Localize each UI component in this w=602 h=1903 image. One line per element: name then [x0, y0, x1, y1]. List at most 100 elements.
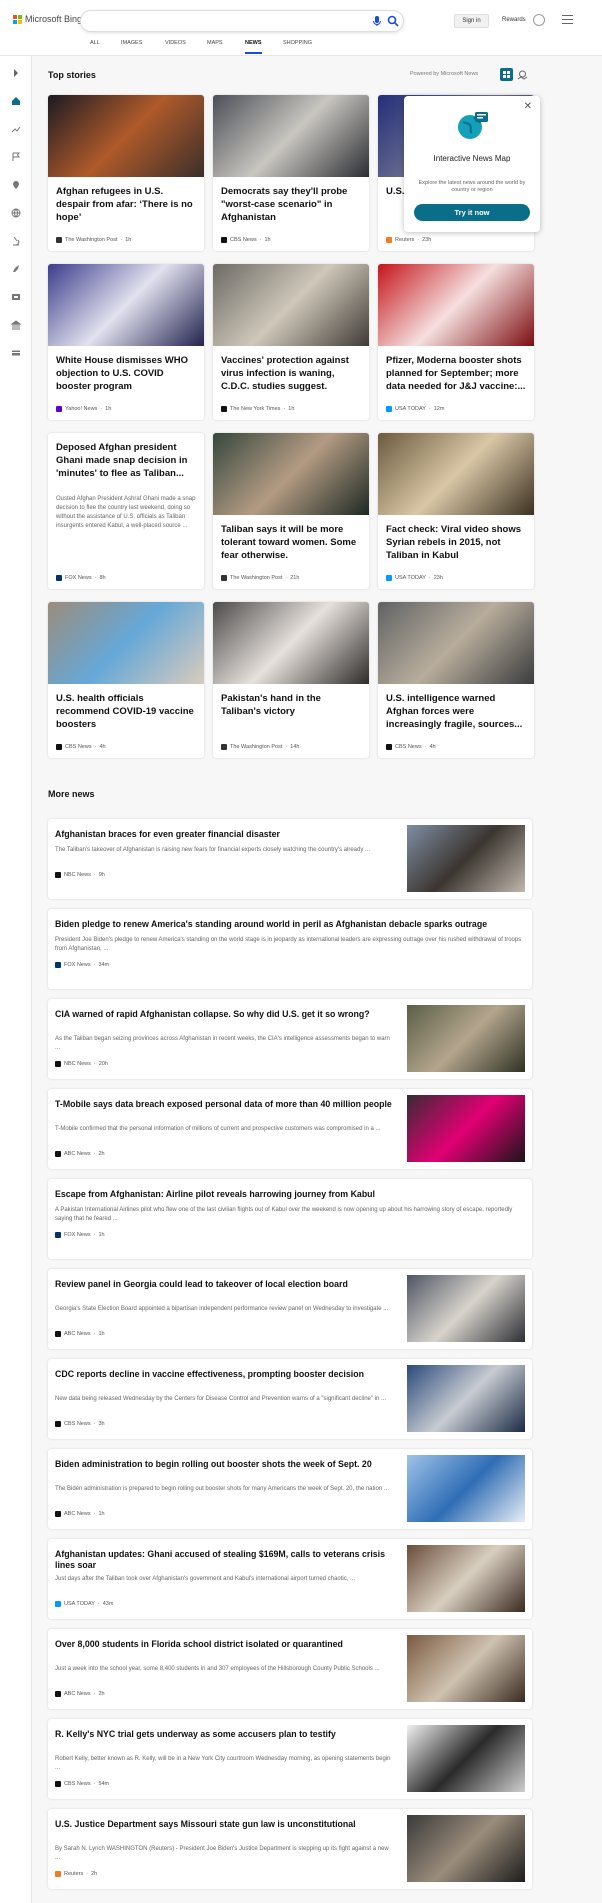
more-news-title[interactable]: Escape from Afghanistan: Airline pilot r…: [55, 1189, 525, 1200]
source-name: Reuters: [395, 237, 415, 243]
source-name: CBS News: [395, 744, 422, 750]
news-card[interactable]: Afghan refugees in U.S. despair from afa…: [48, 95, 204, 251]
tab-shopping[interactable]: SHOPPING: [283, 40, 312, 54]
tab-videos[interactable]: VIDEOS: [165, 40, 186, 54]
home-icon[interactable]: [11, 96, 21, 106]
more-news-item[interactable]: Over 8,000 students in Florida school di…: [48, 1629, 532, 1709]
news-card-image: [213, 602, 369, 684]
more-news-title[interactable]: Over 8,000 students in Florida school di…: [55, 1639, 392, 1650]
microscope-icon[interactable]: [11, 236, 21, 246]
money-icon[interactable]: [11, 348, 21, 358]
news-card-title[interactable]: Democrats say they'll probe "worst-case …: [221, 185, 361, 224]
more-news-item[interactable]: Afghanistan braces for even greater fina…: [48, 819, 532, 899]
collapse-arrow-icon[interactable]: [11, 68, 21, 78]
publisher-logo-icon: [55, 1421, 61, 1427]
publisher-logo-icon: [386, 744, 392, 750]
flag-icon[interactable]: [11, 152, 21, 162]
more-news-image: [407, 1455, 525, 1522]
more-news-item[interactable]: Biden administration to begin rolling ou…: [48, 1449, 532, 1529]
news-card-title[interactable]: Fact check: Viral video shows Syrian reb…: [386, 523, 526, 562]
more-news-item[interactable]: Escape from Afghanistan: Airline pilot r…: [48, 1179, 532, 1259]
news-card-description: Ousted Afghan President Ashraf Ghani mad…: [56, 496, 196, 529]
more-news-source: ABC News · 1h: [55, 1511, 105, 1517]
bing-logo[interactable]: Microsoft Bing: [13, 14, 82, 24]
search-input[interactable]: [91, 14, 341, 28]
news-card-title[interactable]: Pakistan's hand in the Taliban's victory: [221, 692, 361, 718]
hamburger-menu-icon[interactable]: [562, 15, 573, 25]
film-icon[interactable]: [11, 292, 21, 302]
more-news-item[interactable]: R. Kelly's NYC trial gets underway as so…: [48, 1719, 532, 1799]
rewards-link[interactable]: Rewards: [502, 17, 526, 23]
more-news-item[interactable]: Biden pledge to renew America's standing…: [48, 909, 532, 989]
globe-icon[interactable]: [11, 208, 21, 218]
more-news-title[interactable]: Biden pledge to renew America's standing…: [55, 919, 525, 930]
timestamp: 12m: [433, 406, 445, 412]
more-news-item[interactable]: CIA warned of rapid Afghanistan collapse…: [48, 999, 532, 1079]
separator: ·: [283, 406, 286, 412]
news-card-title[interactable]: U.S. intelligence warned Afghan forces w…: [386, 692, 526, 731]
more-news-title[interactable]: U.S. Justice Department says Missouri st…: [55, 1819, 392, 1830]
more-news-title[interactable]: CIA warned of rapid Afghanistan collapse…: [55, 1009, 392, 1020]
more-news-title[interactable]: Review panel in Georgia could lead to ta…: [55, 1279, 392, 1290]
tab-all[interactable]: ALL: [90, 40, 100, 54]
more-news-title[interactable]: Afghanistan braces for even greater fina…: [55, 829, 392, 840]
source-name: Yahoo! News: [65, 406, 98, 412]
news-card[interactable]: U.S. health officials recommend COVID-19…: [48, 602, 204, 758]
news-card-title[interactable]: White House dismisses WHO objection to U…: [56, 354, 196, 393]
news-card-source: USA TODAY · 23h: [386, 575, 443, 581]
news-card-title[interactable]: U.S. health officials recommend COVID-19…: [56, 692, 196, 731]
news-card[interactable]: Vaccines' protection against virus infec…: [213, 264, 369, 420]
more-news-title[interactable]: T-Mobile says data breach exposed person…: [55, 1099, 392, 1110]
more-news-title[interactable]: R. Kelly's NYC trial gets underway as so…: [55, 1729, 392, 1740]
news-card[interactable]: Fact check: Viral video shows Syrian reb…: [378, 433, 534, 589]
news-card[interactable]: White House dismisses WHO objection to U…: [48, 264, 204, 420]
close-icon[interactable]: ✕: [524, 101, 532, 112]
publisher-logo-icon: [386, 237, 392, 243]
news-card-title[interactable]: Deposed Afghan president Ghani made snap…: [56, 441, 196, 480]
news-card[interactable]: Taliban says it will be more tolerant to…: [213, 433, 369, 589]
microphone-icon[interactable]: [371, 15, 383, 27]
more-news-item[interactable]: U.S. Justice Department says Missouri st…: [48, 1809, 532, 1889]
news-card-source: The Washington Post · 14h: [221, 744, 299, 750]
news-card[interactable]: Pakistan's hand in the Taliban's victory…: [213, 602, 369, 758]
timestamp: 23h: [433, 575, 443, 581]
news-card-image: [378, 433, 534, 515]
news-card[interactable]: U.S. intelligence warned Afghan forces w…: [378, 602, 534, 758]
tab-maps[interactable]: MAPS: [207, 40, 223, 54]
news-card-image: [213, 95, 369, 177]
more-news-item[interactable]: Review panel in Georgia could lead to ta…: [48, 1269, 532, 1349]
tab-images[interactable]: IMAGES: [121, 40, 142, 54]
more-news-item[interactable]: Afghanistan updates: Ghani accused of st…: [48, 1539, 532, 1619]
more-news-title[interactable]: Biden administration to begin rolling ou…: [55, 1459, 392, 1470]
interactive-map-popup: ✕ Interactive News Map Explore the lates…: [404, 96, 540, 232]
politics-icon[interactable]: [11, 320, 21, 330]
news-card-title[interactable]: Pfizer, Moderna booster shots planned fo…: [386, 354, 526, 393]
source-name: FOX News: [65, 575, 92, 581]
more-news-item[interactable]: T-Mobile says data breach exposed person…: [48, 1089, 532, 1169]
news-card[interactable]: Deposed Afghan president Ghani made snap…: [48, 433, 204, 589]
news-card[interactable]: Democrats say they'll probe "worst-case …: [213, 95, 369, 251]
more-news-item[interactable]: CDC reports decline in vaccine effective…: [48, 1359, 532, 1439]
tab-news[interactable]: NEWS: [245, 40, 262, 54]
news-card-title[interactable]: Afghan refugees in U.S. despair from afa…: [56, 185, 196, 224]
search-icon[interactable]: [387, 15, 399, 27]
separator: ·: [285, 744, 288, 750]
news-card-title[interactable]: Taliban says it will be more tolerant to…: [221, 523, 361, 562]
more-news-source: NBC News · 20h: [55, 1061, 108, 1067]
trending-icon[interactable]: [11, 124, 21, 134]
more-news-heading: More news: [48, 789, 95, 799]
more-news-title[interactable]: Afghanistan updates: Ghani accused of st…: [55, 1549, 392, 1571]
sign-in-button[interactable]: Sign in: [454, 14, 489, 28]
map-pin-icon[interactable]: [11, 180, 21, 190]
rocket-icon[interactable]: [11, 264, 21, 274]
try-it-now-button[interactable]: Try it now: [414, 204, 530, 221]
news-card[interactable]: Pfizer, Moderna booster shots planned fo…: [378, 264, 534, 420]
rewards-medal-icon[interactable]: [533, 14, 545, 26]
more-news-title[interactable]: CDC reports decline in vaccine effective…: [55, 1369, 392, 1380]
grid-view-icon[interactable]: [500, 68, 513, 81]
map-view-icon[interactable]: [516, 68, 529, 81]
news-card-title[interactable]: Vaccines' protection against virus infec…: [221, 354, 361, 393]
search-box[interactable]: [80, 10, 404, 32]
more-news-description: Just a week into the school year, some 8…: [55, 1666, 380, 1672]
publisher-logo-icon: [55, 1061, 61, 1067]
